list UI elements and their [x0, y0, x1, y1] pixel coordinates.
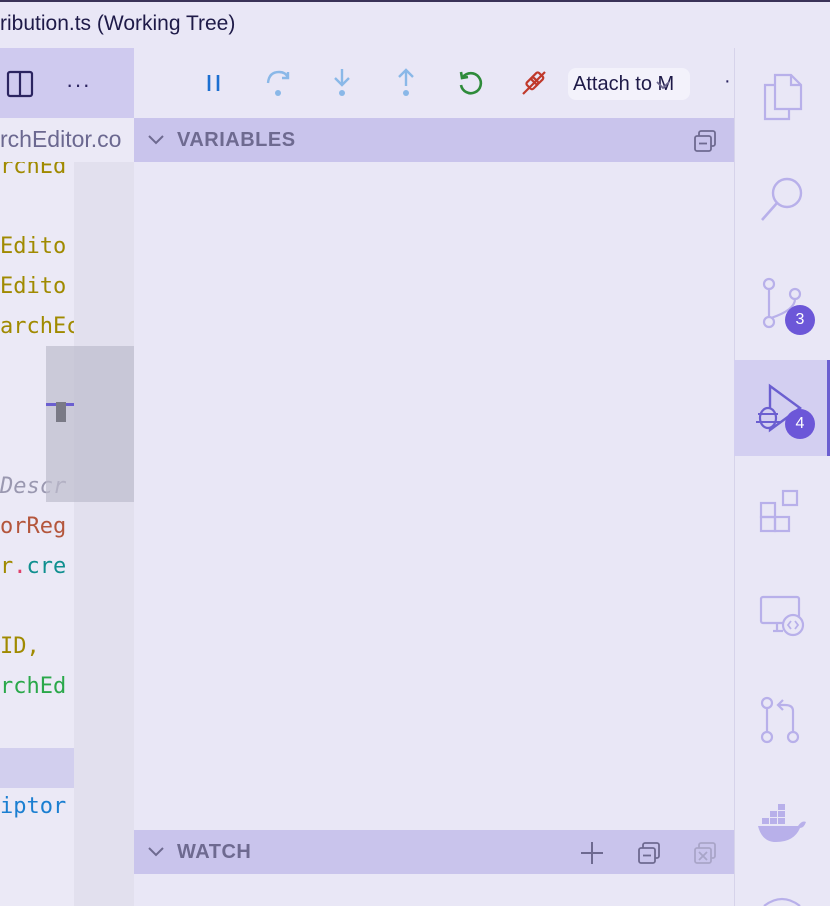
variables-section-header[interactable]: VARIABLES: [134, 118, 734, 162]
pause-button[interactable]: [199, 66, 229, 100]
docker-button[interactable]: [734, 776, 830, 872]
scrollbar-thumb[interactable]: [46, 346, 134, 502]
search-icon: [761, 177, 803, 221]
split-editor-icon[interactable]: [6, 70, 34, 98]
disconnect-icon: [522, 71, 546, 95]
add-expression-icon[interactable]: [578, 839, 606, 867]
code-line: Edito: [0, 234, 67, 259]
pause-icon: [207, 75, 220, 91]
run-debug-button[interactable]: 4: [734, 360, 830, 456]
code-line: rchEd: [0, 162, 67, 179]
step-over-icon: [266, 70, 290, 96]
chevron-down-icon: [148, 135, 164, 145]
code-line: ID,: [0, 634, 40, 659]
editor-scrollbar[interactable]: [74, 162, 134, 906]
debug-more-icon[interactable]: ·: [724, 70, 731, 93]
source-control-button[interactable]: 3: [734, 256, 830, 352]
code-editor[interactable]: rchEd Edito Edito archEc Descr orReg r.c…: [0, 162, 74, 906]
variables-section-title: VARIABLES: [177, 129, 296, 151]
scroll-marker: [56, 402, 66, 422]
explorer-button[interactable]: [734, 48, 830, 144]
step-into-button[interactable]: [327, 66, 357, 100]
watch-section-title: WATCH: [177, 841, 252, 863]
remove-all-expressions-icon[interactable]: [692, 840, 718, 866]
watch-section-header[interactable]: WATCH: [134, 830, 734, 874]
code-line: r.cre: [0, 554, 67, 579]
title-bar: ribution.ts (Working Tree): [0, 0, 830, 48]
code-line: orReg: [0, 514, 67, 539]
step-over-button[interactable]: [263, 66, 293, 100]
editor-tab-label: rchEditor.co: [0, 126, 122, 152]
window-title: ribution.ts (Working Tree): [0, 12, 236, 35]
variables-panel[interactable]: [134, 162, 734, 830]
watch-panel[interactable]: [134, 874, 734, 906]
run-debug-badge: 4: [785, 409, 815, 439]
source-control-badge: 3: [785, 305, 815, 335]
code-line: iptor: [0, 794, 67, 819]
files-icon: [763, 73, 803, 121]
restart-button[interactable]: [455, 66, 485, 100]
chevron-down-icon: [656, 81, 670, 90]
editor-tab[interactable]: rchEditor.co: [0, 118, 134, 162]
code-line: rchEd: [0, 674, 67, 699]
step-out-button[interactable]: [391, 66, 421, 100]
step-out-icon: [398, 68, 414, 96]
remote-explorer-button[interactable]: [734, 568, 830, 664]
restart-icon: [459, 71, 483, 95]
collapse-all-icon[interactable]: [692, 128, 718, 154]
more-actions-icon[interactable]: ···: [66, 72, 91, 98]
extensions-button[interactable]: [734, 464, 830, 560]
docker-icon: [758, 804, 806, 842]
collapse-all-icon[interactable]: [636, 840, 662, 866]
disconnect-button[interactable]: [519, 66, 549, 100]
search-button[interactable]: [734, 152, 830, 248]
more-activity-icon[interactable]: [760, 896, 804, 906]
chevron-down-icon: [148, 847, 164, 857]
pull-request-icon: [760, 696, 800, 744]
step-into-icon: [334, 69, 350, 96]
current-line-highlight: [0, 748, 74, 788]
remote-explorer-icon: [759, 595, 805, 637]
code-line: Edito: [0, 274, 67, 299]
code-line: archEc: [0, 314, 74, 339]
extensions-icon: [759, 489, 799, 533]
attach-config-select[interactable]: Attach to M: [568, 68, 690, 100]
pull-requests-button[interactable]: [734, 672, 830, 768]
